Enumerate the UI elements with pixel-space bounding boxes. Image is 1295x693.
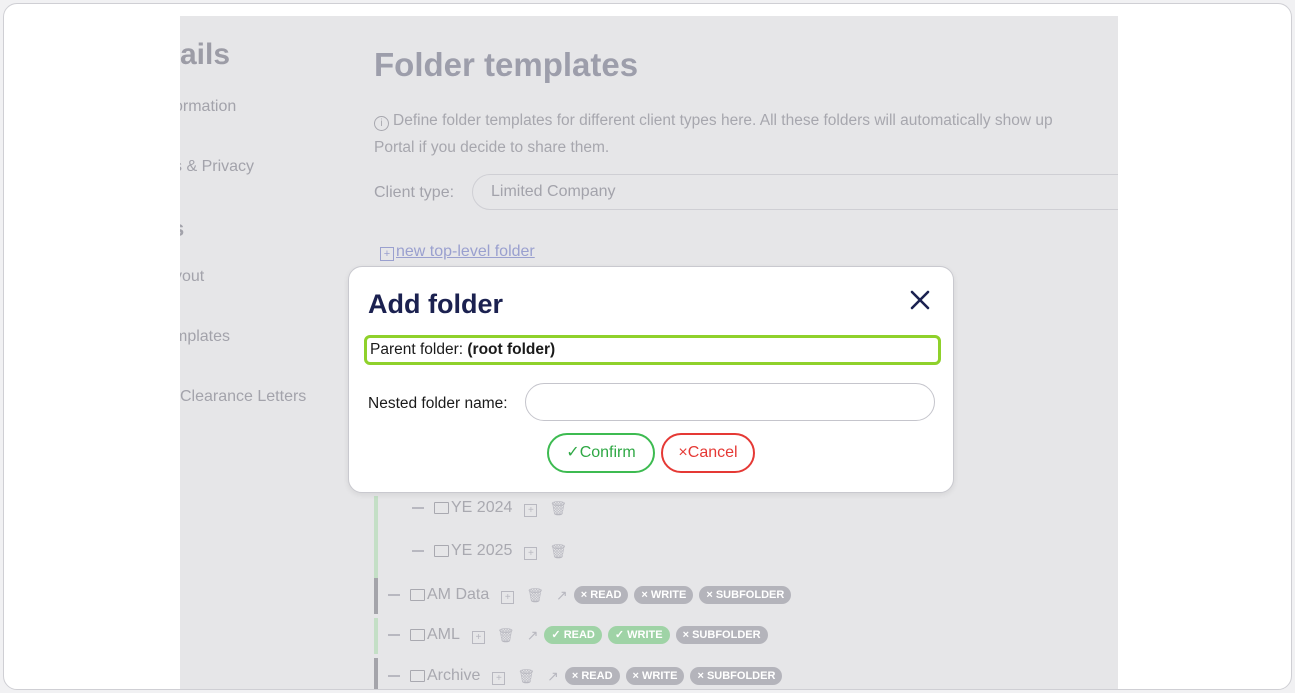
external-link-icon[interactable]: ↗ [556, 587, 568, 604]
sidebar-section-heading: s [180, 216, 184, 242]
trash-icon[interactable]: 🗑︎ [526, 587, 544, 604]
folder-name[interactable]: Archive [427, 667, 480, 685]
write-permission-badge[interactable]: ✓ WRITE [607, 626, 670, 644]
confirm-button[interactable]: ✓Confirm [547, 433, 655, 473]
nested-folder-name-input[interactable] [525, 383, 935, 421]
collapse-icon[interactable] [412, 550, 424, 552]
collapse-icon[interactable] [388, 675, 400, 677]
sidebar-title: tails [180, 38, 231, 71]
subfolder-permission-badge[interactable]: × SUBFOLDER [690, 667, 783, 685]
tree-row: Archive + 🗑︎ ↗ × READ × WRITE × SUBFOLDE… [388, 664, 783, 688]
read-permission-badge[interactable]: ✓ READ [544, 626, 602, 644]
tree-row: YE 2024 + 🗑︎ [412, 496, 567, 520]
collapse-icon[interactable] [388, 634, 400, 636]
info-icon: i [374, 116, 389, 131]
folder-name[interactable]: AM Data [427, 586, 489, 604]
trash-icon[interactable]: 🗑︎ [497, 627, 515, 644]
close-button[interactable] [909, 289, 939, 319]
add-folder-dialog: Add folder Parent folder: (root folder) … [348, 266, 954, 493]
collapse-icon[interactable] [388, 594, 400, 596]
folder-icon [410, 629, 425, 641]
sidebar: tails ormation s & Privacy s yout mplate… [180, 16, 360, 689]
trash-icon[interactable]: 🗑︎ [549, 543, 567, 560]
sidebar-item-privacy[interactable]: s & Privacy [180, 158, 254, 176]
tree-branch-line [374, 658, 378, 689]
client-type-select[interactable]: Limited Company [472, 174, 1118, 210]
add-subfolder-icon[interactable]: + [492, 668, 506, 685]
trash-icon[interactable]: 🗑︎ [517, 668, 535, 685]
add-subfolder-icon[interactable]: + [501, 587, 515, 604]
tree-row: AM Data + 🗑︎ ↗ × READ × WRITE × SUBFOLDE… [388, 583, 792, 607]
tree-row: AML + 🗑︎ ↗ ✓ READ ✓ WRITE × SUBFOLDER [388, 623, 768, 647]
collapse-icon[interactable] [412, 507, 424, 509]
read-permission-badge[interactable]: × READ [564, 667, 620, 685]
parent-folder-label: Parent folder: [370, 341, 464, 358]
add-subfolder-icon[interactable]: + [471, 627, 485, 644]
add-subfolder-icon[interactable]: + [524, 543, 538, 560]
cancel-label: Cancel [687, 444, 738, 461]
write-permission-badge[interactable]: × WRITE [625, 667, 685, 685]
external-link-icon[interactable]: ↗ [547, 668, 559, 685]
description-line-1: Define folder templates for different cl… [393, 112, 1053, 129]
client-type-label: Client type: [374, 184, 455, 201]
folder-name[interactable]: AML [427, 626, 460, 644]
trash-icon[interactable]: 🗑︎ [549, 500, 567, 517]
read-permission-badge[interactable]: × READ [573, 586, 629, 604]
add-folder-icon: + [380, 247, 394, 261]
parent-folder-value: (root folder) [467, 341, 556, 358]
new-top-level-folder-link[interactable]: + new top-level folder [380, 243, 535, 261]
sidebar-item-clearance-letters[interactable]: Clearance Letters [180, 388, 306, 406]
new-top-level-folder-label: new top-level folder [396, 243, 535, 260]
subfolder-permission-badge[interactable]: × SUBFOLDER [675, 626, 768, 644]
subfolder-permission-badge[interactable]: × SUBFOLDER [699, 586, 792, 604]
tree-branch-line [374, 618, 378, 654]
folder-icon [434, 502, 449, 514]
confirm-label: Confirm [579, 444, 636, 461]
x-icon: × [678, 444, 688, 461]
folder-icon [410, 670, 425, 682]
nested-folder-name-label: Nested folder name: [368, 395, 508, 412]
folder-name[interactable]: YE 2024 [451, 499, 512, 517]
dialog-title: Add folder [368, 289, 503, 319]
add-subfolder-icon[interactable]: + [524, 500, 538, 517]
close-icon [910, 290, 930, 310]
folder-name[interactable]: YE 2025 [451, 542, 512, 560]
folder-icon [410, 589, 425, 601]
check-icon: ✓ [566, 444, 580, 461]
sidebar-item-layout[interactable]: yout [180, 268, 204, 286]
screen-frame: tails ormation s & Privacy s yout mplate… [3, 3, 1292, 690]
sidebar-item-information[interactable]: ormation [180, 98, 236, 116]
page-description: i Define folder templates for different c… [374, 107, 1118, 161]
tree-row: YE 2025 + 🗑︎ [412, 539, 567, 563]
sidebar-item-templates[interactable]: mplates [180, 328, 230, 346]
page-title: Folder templates [374, 46, 639, 83]
parent-folder-info: Parent folder: (root folder) [364, 335, 941, 365]
folder-icon [434, 545, 449, 557]
external-link-icon[interactable]: ↗ [527, 627, 539, 644]
write-permission-badge[interactable]: × WRITE [634, 586, 694, 604]
tree-branch-line [374, 578, 378, 614]
cancel-button[interactable]: ×Cancel [661, 433, 755, 473]
description-line-2: Portal if you decide to share them. [374, 139, 610, 156]
